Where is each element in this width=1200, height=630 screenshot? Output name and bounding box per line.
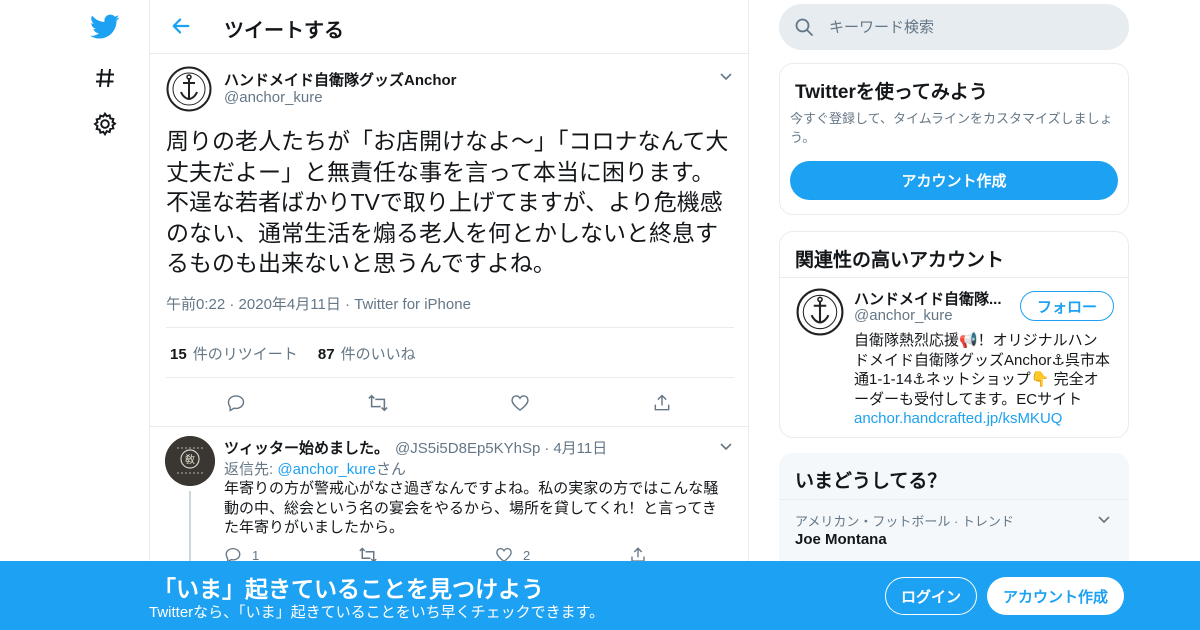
divider [166,327,734,328]
reply-to-line: 返信先: @anchor_kureさん [224,461,406,478]
related-card-title: 関連性の高いアカウント [795,250,1005,271]
twitter-logo-icon[interactable] [88,10,122,44]
main-tweet: ハンドメイド自衛隊グッズAnchor @anchor_kure 周りの老人たちが… [150,54,748,427]
reply-icon[interactable] [224,391,248,415]
trend-category: アメリカン・フットボール · トレンド [795,514,1014,529]
search-icon [794,17,814,37]
signup-banner: 「いま」起きていることを見つけよう Twitterなら、「いま」起きていることを… [0,561,1200,630]
reply-to-mention[interactable]: @anchor_kure [277,461,376,478]
author-name[interactable]: ハンドメイド自衛隊グッズAnchor [224,69,457,90]
related-accounts-card: 関連性の高いアカウント ハンドメイド自衛隊... @anchor_kure フォ… [779,231,1129,438]
tweet-source[interactable]: Twitter for iPhone [354,296,471,313]
related-account-bio: 自衛隊熱烈応援📢！オリジナルハンドメイド自衛隊グッズAnchor⚓呉市本通1-1… [854,332,1110,427]
reply-header: ツィッター始めました。 @JS5i5D8Ep5KYhSp · 4月11日 [224,440,608,457]
tweet-stats: 15 件のリツイート 87 件のいいね [170,343,432,364]
chevron-down-icon[interactable] [716,66,736,86]
reply-avatar[interactable]: 敎 [165,436,215,486]
signup-button[interactable]: アカウント作成 [987,577,1124,615]
hashtag-icon[interactable] [88,61,122,95]
avatar[interactable] [796,288,844,336]
tweet-date[interactable]: 2020年4月11日 [239,296,341,313]
search-input[interactable] [829,4,1109,50]
divider [780,499,1128,500]
create-account-button[interactable]: アカウント作成 [790,161,1118,200]
chevron-down-icon[interactable] [716,436,736,456]
follow-button[interactable]: フォロー [1020,291,1114,321]
author-handle[interactable]: @anchor_kure [224,89,323,106]
signup-card-title: Twitterを使ってみよう [795,82,988,103]
like-count-link[interactable]: 87 件のいいね [318,346,416,363]
trend-item[interactable]: Joe Montana [795,531,887,548]
left-nav [0,0,150,630]
retweet-count-link[interactable]: 15 件のリツイート [170,346,298,363]
related-account-name[interactable]: ハンドメイド自衛隊... [854,288,1002,309]
gear-icon[interactable] [88,107,122,141]
tweet-actions [150,391,748,415]
heart-icon[interactable] [508,391,532,415]
signup-card: Twitterを使ってみよう 今すぐ登録して、タイムラインをカスタマイズしましょ… [779,63,1129,215]
search-box[interactable] [779,4,1129,50]
reply-author-handle[interactable]: @JS5i5D8Ep5KYhSp [395,440,540,457]
divider [166,377,734,378]
bio-link[interactable]: anchor.handcrafted.jp/ksMKUQ [854,410,1062,427]
divider [780,277,1128,278]
trends-card-title: いまどうしてる？ [795,471,947,492]
related-account-handle[interactable]: @anchor_kure [854,307,953,324]
retweet-icon[interactable] [366,391,390,415]
page-title: ツイートする [224,20,344,42]
back-arrow-icon[interactable] [168,13,194,39]
share-icon[interactable] [650,391,674,415]
thread-line [189,491,191,571]
avatar[interactable] [166,66,212,112]
reply-author-name[interactable]: ツィッター始めました。 [224,440,389,457]
chevron-down-icon[interactable] [1094,509,1114,529]
signup-card-description: 今すぐ登録して、タイムラインをカスタマイズしましょう。 [790,111,1113,145]
main-column: ツイートする ハンドメイド自衛隊グッズAnchor @anchor_kure 周… [149,0,749,630]
svg-text:敎: 敎 [185,453,195,466]
tweet-text: 周りの老人たちが「お店開けなよ〜」「コロナなんて大丈夫だよー」と無責任な事を言っ… [166,128,729,276]
login-button[interactable]: ログイン [885,577,977,615]
reply-text: 年寄りの方が警戒心がなさ過ぎなんですよね。私の実家の方ではこんな騒動の中、総会と… [224,480,719,536]
page-header: ツイートする [150,0,748,54]
tweet-timestamp: 午前0:22 · 2020年4月11日 · Twitter for iPhone [166,296,471,313]
banner-title: 「いま」起きていることを見つけよう [153,576,544,602]
reply-date[interactable]: 4月11日 [553,440,607,457]
tweet-time[interactable]: 午前0:22 [166,296,225,313]
banner-subtitle: Twitterなら、「いま」起きていることをいち早くチェックできます。 [149,604,605,621]
